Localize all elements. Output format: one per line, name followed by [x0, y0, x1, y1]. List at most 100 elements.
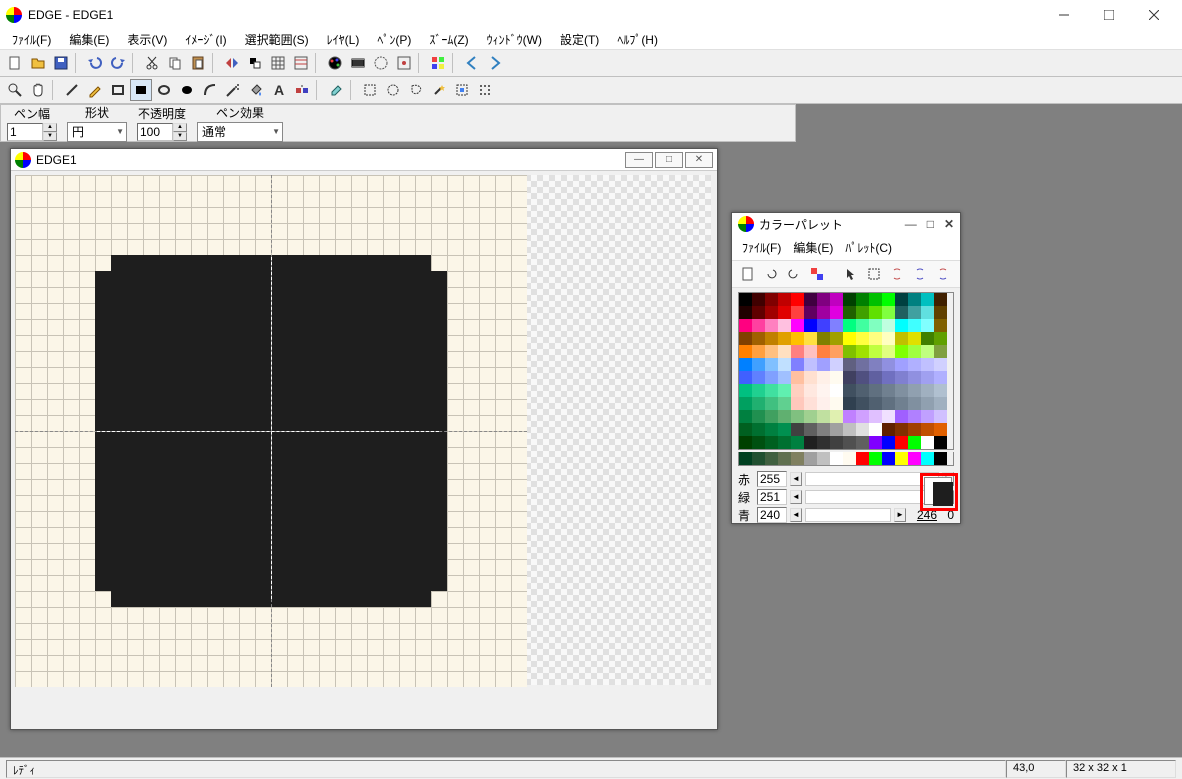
palette-cell[interactable]: [856, 319, 869, 332]
palette-cell[interactable]: [791, 423, 804, 436]
palette-cell[interactable]: [882, 345, 895, 358]
g-slider[interactable]: [805, 490, 939, 504]
palette-cell[interactable]: [869, 436, 882, 449]
palette-cell[interactable]: [856, 436, 869, 449]
color-select-tool[interactable]: [451, 79, 473, 101]
palette-cell[interactable]: [843, 319, 856, 332]
palette-new[interactable]: [738, 264, 758, 284]
palette-cell[interactable]: [765, 384, 778, 397]
palette-cell[interactable]: [765, 371, 778, 384]
palette-cell[interactable]: [765, 452, 778, 465]
canvas-minimize[interactable]: —: [625, 152, 653, 168]
palette-cell[interactable]: [791, 358, 804, 371]
move-tool[interactable]: [474, 79, 496, 101]
palette-cell[interactable]: [921, 371, 934, 384]
palette-cell[interactable]: [869, 293, 882, 306]
menu-settings[interactable]: 設定(T): [552, 29, 607, 50]
canvas-title-bar[interactable]: EDGE1 — □ ✕: [11, 149, 717, 171]
r-value[interactable]: 255: [757, 471, 787, 487]
palette-cell[interactable]: [778, 384, 791, 397]
palette-cell[interactable]: [882, 452, 895, 465]
b-value[interactable]: 240: [757, 507, 787, 523]
palette-menu-edit[interactable]: 編集(E): [789, 237, 837, 258]
palette-cell[interactable]: [843, 410, 856, 423]
palette-cell[interactable]: [817, 345, 830, 358]
palette-cell[interactable]: [752, 410, 765, 423]
palette-cell[interactable]: [830, 332, 843, 345]
palette-cell[interactable]: [739, 371, 752, 384]
palette-cell[interactable]: [830, 319, 843, 332]
palette-cell[interactable]: [765, 306, 778, 319]
eraser-tool[interactable]: [325, 79, 347, 101]
palette-cell[interactable]: [778, 371, 791, 384]
palette-cell[interactable]: [752, 306, 765, 319]
palette-cell[interactable]: [895, 345, 908, 358]
color-grid-button[interactable]: [427, 52, 449, 74]
palette-cell[interactable]: [856, 452, 869, 465]
palette-menu-palette[interactable]: ﾊﾟﾚｯﾄ(C): [841, 237, 896, 258]
undo-button[interactable]: [84, 52, 106, 74]
palette-cell[interactable]: [804, 345, 817, 358]
palette-cell[interactable]: [895, 306, 908, 319]
save-file-button[interactable]: [50, 52, 72, 74]
maximize-button[interactable]: [1086, 1, 1131, 29]
close-button[interactable]: [1131, 1, 1176, 29]
palette-cell[interactable]: [869, 384, 882, 397]
palette-cell[interactable]: [934, 345, 947, 358]
menu-zoom[interactable]: ｽﾞｰﾑ(Z): [421, 29, 476, 50]
palette-swap[interactable]: [807, 264, 827, 284]
palette-cell[interactable]: [830, 452, 843, 465]
palette-cell[interactable]: [778, 358, 791, 371]
palette-grid[interactable]: [738, 292, 954, 450]
palette-cell[interactable]: [843, 384, 856, 397]
palette-cell[interactable]: [817, 384, 830, 397]
palette-cell[interactable]: [908, 436, 921, 449]
palette-cell[interactable]: [739, 345, 752, 358]
palette-cell[interactable]: [843, 306, 856, 319]
pen-width-up[interactable]: ▲: [43, 123, 57, 132]
palette-cell[interactable]: [765, 319, 778, 332]
r-slider[interactable]: [805, 472, 939, 486]
b-slider[interactable]: [805, 508, 891, 522]
palette-cell[interactable]: [882, 384, 895, 397]
fill-tool[interactable]: [245, 79, 267, 101]
cut-button[interactable]: [141, 52, 163, 74]
palette-cell[interactable]: [921, 358, 934, 371]
palette-cell[interactable]: [778, 397, 791, 410]
rect-fill-tool[interactable]: [130, 79, 152, 101]
palette-cell[interactable]: [843, 332, 856, 345]
b-right[interactable]: ►: [894, 508, 906, 522]
palette-cell[interactable]: [921, 397, 934, 410]
palette-cell[interactable]: [765, 423, 778, 436]
palette-cell[interactable]: [804, 423, 817, 436]
menu-pen[interactable]: ﾍﾟﾝ(P): [369, 29, 419, 50]
palette-cell[interactable]: [869, 371, 882, 384]
palette-cell[interactable]: [817, 397, 830, 410]
palette-cell[interactable]: [765, 436, 778, 449]
palette-cell[interactable]: [895, 332, 908, 345]
palette-cell[interactable]: [765, 345, 778, 358]
ellipse-outline-tool[interactable]: [153, 79, 175, 101]
palette-cell[interactable]: [778, 332, 791, 345]
palette-cell[interactable]: [934, 371, 947, 384]
palette-cell[interactable]: [752, 293, 765, 306]
palette-cell[interactable]: [921, 423, 934, 436]
palette-cell[interactable]: [856, 358, 869, 371]
palette-cell[interactable]: [934, 410, 947, 423]
g-value[interactable]: 251: [757, 489, 787, 505]
palette-select[interactable]: [864, 264, 884, 284]
effect-dropdown[interactable]: 通常: [197, 122, 283, 142]
palette-menu-file[interactable]: ﾌｧｲﾙ(F): [738, 237, 785, 258]
canvas-maximize[interactable]: □: [655, 152, 683, 168]
palette-cell[interactable]: [739, 452, 752, 465]
palette-window-button[interactable]: [324, 52, 346, 74]
palette-cell[interactable]: [882, 423, 895, 436]
palette-cell[interactable]: [856, 423, 869, 436]
palette-close[interactable]: ✕: [944, 217, 954, 231]
palette-cell[interactable]: [817, 293, 830, 306]
palette-cell[interactable]: [908, 423, 921, 436]
palette-cell[interactable]: [869, 319, 882, 332]
preview-button[interactable]: [370, 52, 392, 74]
palette-cell[interactable]: [739, 293, 752, 306]
palette-cell[interactable]: [804, 410, 817, 423]
